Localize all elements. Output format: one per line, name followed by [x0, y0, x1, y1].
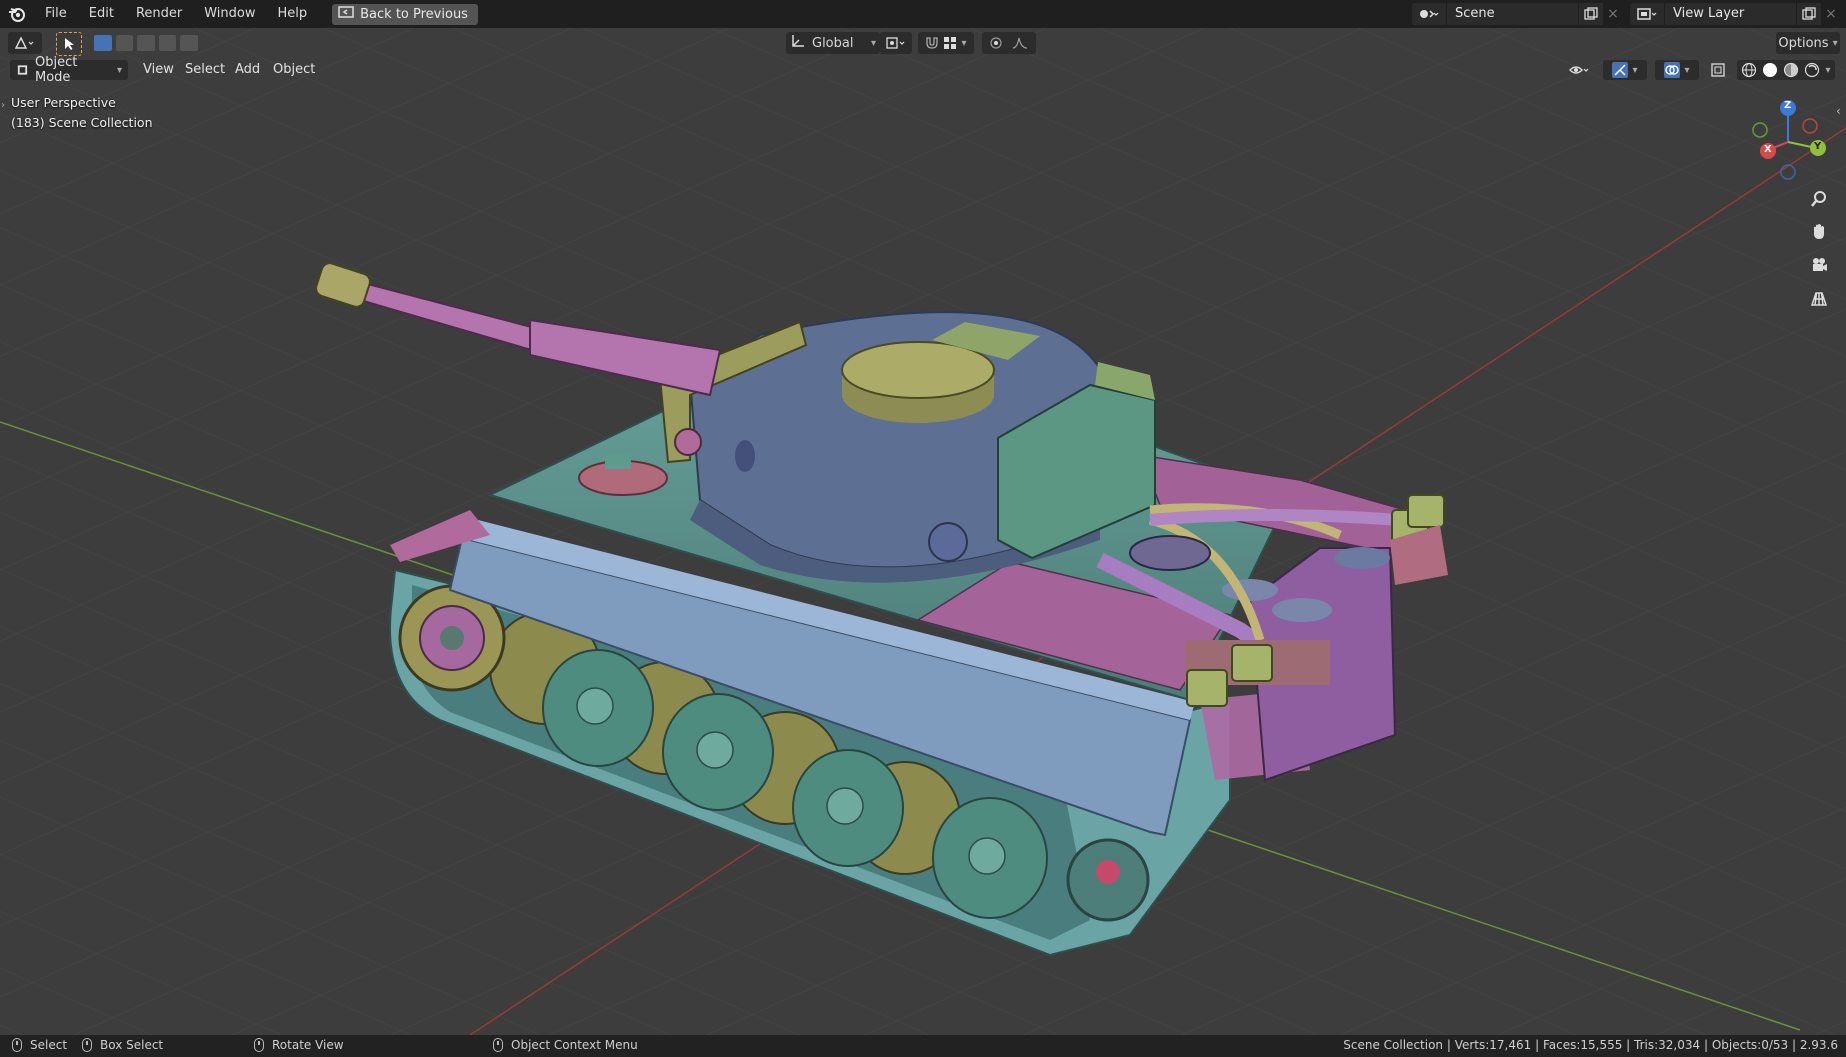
gizmo-z-label: Z — [1784, 100, 1792, 111]
gizmo-x-label: X — [1764, 144, 1772, 155]
options-label: Options — [1778, 35, 1829, 51]
overlays-icon[interactable] — [1664, 62, 1681, 78]
options-chevron-icon: ▾ — [1832, 37, 1838, 49]
gizmo-y-label: Y — [1814, 141, 1822, 152]
chevron-down-icon: ▾ — [870, 37, 876, 49]
overlay-chevron-icon: ▾ — [1684, 64, 1690, 76]
remove-scene-icon[interactable]: × — [1603, 3, 1623, 25]
menu-window[interactable]: Window — [193, 0, 266, 28]
view-layer-name-field[interactable]: View Layer — [1664, 3, 1796, 25]
zoom-icon[interactable] — [1806, 186, 1832, 212]
magnet-icon[interactable] — [925, 36, 939, 50]
proportional-edit-group[interactable] — [982, 32, 1036, 54]
scene-icon[interactable] — [1412, 3, 1446, 25]
selection-mode-group — [94, 32, 198, 54]
blender-logo-icon[interactable] — [0, 0, 34, 28]
status-bar: Select Box Select Rotate View Object Con… — [0, 1035, 1846, 1057]
snap-grid-icon[interactable] — [943, 36, 957, 50]
viewport-menu-view[interactable]: View — [136, 60, 181, 80]
camera-view-icon[interactable] — [1806, 252, 1832, 278]
toolbar-expand-icon[interactable]: › — [1, 100, 5, 111]
transform-orientation-dropdown[interactable]: Global ▾ — [786, 32, 880, 54]
pivot-point-icon[interactable] — [880, 32, 912, 54]
select-subtract-icon[interactable] — [137, 35, 155, 51]
ortho-grid-icon[interactable] — [1806, 285, 1832, 311]
menu-render[interactable]: Render — [125, 0, 193, 28]
options-dropdown[interactable]: Options ▾ — [1776, 32, 1840, 54]
gizmo-chevron-icon: ▾ — [1632, 64, 1638, 76]
xray-toggle-icon[interactable] — [1707, 60, 1729, 80]
select-invert-icon[interactable] — [158, 35, 177, 51]
menu-file[interactable]: File — [34, 0, 78, 28]
status-context-hint: Object Context Menu — [493, 1038, 638, 1052]
mouse-right-icon — [493, 1038, 503, 1052]
menu-help[interactable]: Help — [267, 0, 319, 28]
status-rotate-label: Rotate View — [272, 1038, 344, 1052]
mouse-left-icon — [12, 1038, 22, 1052]
select-extend-icon[interactable] — [115, 35, 134, 51]
transform-orientation-label: Global — [812, 35, 854, 51]
wireframe-shading-icon[interactable] — [1741, 62, 1757, 78]
top-menubar: File Edit Render Window Help Back to Pre… — [0, 0, 1846, 28]
select-tool-icon[interactable] — [56, 32, 82, 56]
collection-label: (183) Scene Collection — [11, 115, 153, 130]
select-intersect-icon[interactable] — [180, 35, 198, 51]
overlay-toggle-group[interactable]: ▾ — [1655, 60, 1699, 80]
object-visibility-icon[interactable] — [1565, 60, 1595, 80]
back-to-previous-button[interactable]: Back to Previous — [332, 3, 478, 25]
new-view-layer-icon[interactable] — [1796, 3, 1821, 25]
shading-chevron-icon: ▾ — [1825, 64, 1831, 76]
status-context-label: Object Context Menu — [511, 1038, 638, 1052]
viewport-menu-select[interactable]: Select — [178, 60, 232, 80]
scene-selector[interactable]: Scene × — [1412, 3, 1623, 25]
gizmo-toggle-group[interactable]: ▾ — [1603, 60, 1647, 80]
tool-header: Global ▾ ▾ Options ▾ — [0, 28, 1846, 58]
snap-chevron-icon: ▾ — [961, 37, 967, 49]
sidebar-toggle-icon[interactable]: ‹ — [1836, 104, 1841, 118]
new-scene-icon[interactable] — [1578, 3, 1603, 25]
viewport-scene — [0, 0, 1846, 1036]
3d-viewport[interactable] — [0, 0, 1846, 1036]
mouse-middle-icon — [254, 1038, 264, 1052]
scene-statistics: Scene Collection | Verts:17,461 | Faces:… — [1343, 1038, 1838, 1052]
select-new-icon[interactable] — [94, 35, 112, 51]
view-layer-selector[interactable]: View Layer × — [1630, 3, 1841, 25]
proportional-edit-icon[interactable] — [990, 37, 1002, 49]
material-preview-icon[interactable] — [1783, 62, 1799, 78]
remove-view-layer-icon[interactable]: × — [1821, 3, 1841, 25]
editor-type-icon[interactable] — [8, 32, 42, 54]
viewport-header: Object Mode ▾ View Select Add Object ▾ ▾… — [0, 55, 1846, 85]
object-mode-icon — [17, 65, 28, 75]
mode-chevron-icon: ▾ — [116, 64, 122, 76]
snapping-group[interactable]: ▾ — [918, 32, 974, 54]
orientation-axes-icon — [790, 34, 806, 52]
viewport-menu-object[interactable]: Object — [266, 60, 322, 80]
object-mode-label: Object Mode — [34, 55, 78, 85]
back-to-previous-label: Back to Previous — [360, 6, 468, 22]
viewport-menu-add[interactable]: Add — [228, 60, 267, 80]
object-mode-dropdown[interactable]: Object Mode ▾ — [10, 55, 128, 85]
status-rotate-hint: Rotate View — [254, 1038, 344, 1052]
solid-shading-icon[interactable] — [1762, 62, 1778, 78]
status-select-label: Select — [30, 1038, 68, 1052]
view-name-label: User Perspective — [11, 95, 116, 110]
status-select-hint: Select — [12, 1038, 67, 1052]
shading-mode-group[interactable]: ▾ — [1737, 60, 1835, 80]
status-box-select-label: Box Select — [100, 1038, 164, 1052]
menu-edit[interactable]: Edit — [78, 0, 125, 28]
falloff-curve-icon[interactable] — [1012, 37, 1028, 49]
pan-hand-icon[interactable] — [1806, 219, 1832, 245]
mouse-drag-icon — [82, 1038, 92, 1052]
status-box-select-hint: Box Select — [82, 1038, 163, 1052]
gizmo-toggle-icon[interactable] — [1612, 62, 1629, 78]
rendered-shading-icon[interactable] — [1804, 62, 1820, 78]
viewport-display-controls: ▾ ▾ ▾ — [1565, 60, 1835, 80]
back-screen-icon — [338, 6, 354, 22]
scene-name-field[interactable]: Scene — [1446, 3, 1578, 25]
view-layer-icon[interactable] — [1630, 3, 1664, 25]
